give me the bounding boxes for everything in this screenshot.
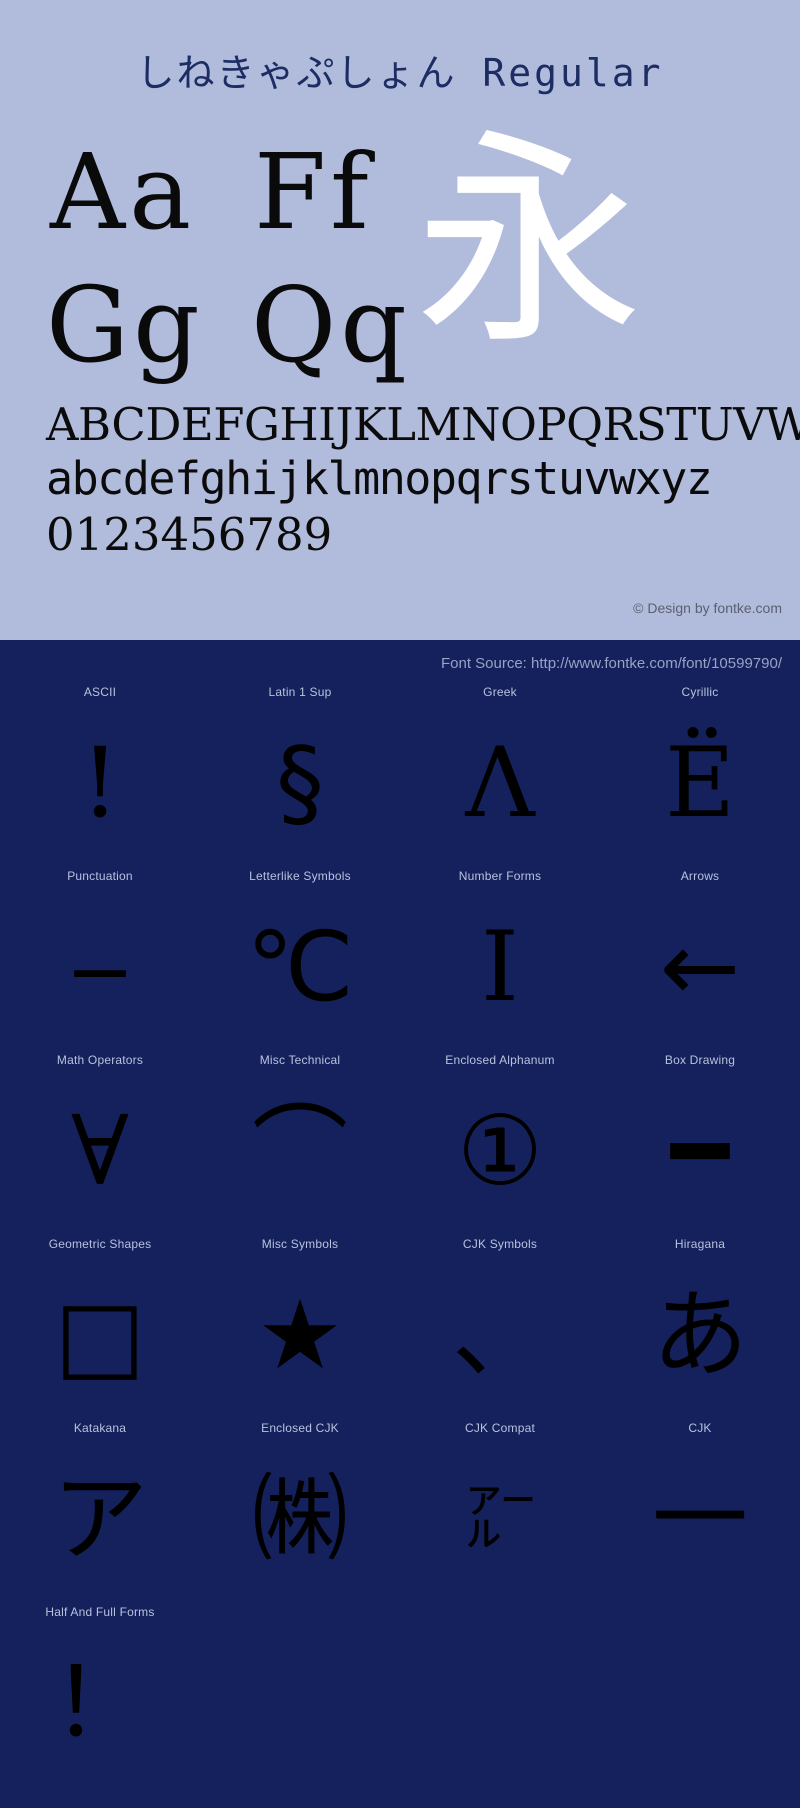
coverage-cell[interactable]: Katakana ア <box>0 1421 200 1605</box>
coverage-cell-label: ASCII <box>83 685 117 699</box>
coverage-cell-glyph: ア <box>52 1463 148 1575</box>
coverage-cell[interactable]: Arrows ← <box>600 869 800 1053</box>
coverage-cell[interactable]: ASCII! <box>0 685 200 869</box>
coverage-cell-glyph: ！ <box>52 1647 148 1759</box>
coverage-cell-label: Geometric Shapes <box>48 1237 152 1251</box>
coverage-cell-label: Enclosed Alphanum <box>445 1053 555 1067</box>
coverage-cell[interactable]: Enclosed Alphanum ① <box>400 1053 600 1237</box>
coverage-cell-label: Katakana <box>73 1421 127 1435</box>
font-source-link[interactable]: Font Source: http://www.fontke.com/font/… <box>441 655 782 672</box>
coverage-cell[interactable]: Hiragana あ <box>600 1237 800 1421</box>
cjk-showcase-glyph: 永 <box>415 109 643 375</box>
coverage-grid: ASCII! Latin 1 Sup § Greek Λ Cyrillic Ё Punctua… <box>0 685 800 1789</box>
coverage-cell-glyph: ㈱ <box>252 1463 348 1575</box>
coverage-cell-label: Half And Full Forms <box>45 1605 155 1619</box>
coverage-cell-glyph: Ё <box>664 727 736 839</box>
coverage-cell[interactable]: Greek Λ <box>400 685 600 869</box>
coverage-cell[interactable]: Number Forms Ⅰ <box>400 869 600 1053</box>
coverage-cell-glyph: ! <box>80 727 120 839</box>
coverage-row: Math Operators ∀ Misc Technical ⌒ Enclosed A… <box>0 1053 800 1237</box>
coverage-cell[interactable]: Half And Full Forms ！ <box>0 1605 200 1789</box>
unicode-coverage-panel: Font Source: http://www.fontke.com/font/… <box>0 640 800 1808</box>
coverage-cell-label: Latin 1 Sup <box>268 685 332 699</box>
coverage-row: Punctuation ‒ Letterlike Symbols ℃ Number Fo… <box>0 869 800 1053</box>
coverage-cell-label: CJK Compat <box>464 1421 536 1435</box>
font-style-label: Regular <box>482 51 664 95</box>
letter-pair-aa: Aa <box>50 131 196 253</box>
coverage-cell-glyph: ∀ <box>71 1095 129 1207</box>
coverage-cell-glyph: ℃ <box>246 911 354 1023</box>
font-title-japanese: しねきゃぷしょん <box>136 51 457 95</box>
coverage-cell[interactable]: Box Drawing ━ <box>600 1053 800 1237</box>
coverage-cell[interactable]: Punctuation ‒ <box>0 869 200 1053</box>
uppercase-alphabet: ABCDEFGHIJKLMNOPQRSTUVWXYZ <box>46 398 800 451</box>
letter-pair-ff: Ff <box>254 131 373 253</box>
coverage-cell-label: CJK Symbols <box>462 1237 538 1251</box>
coverage-cell-glyph: § <box>276 727 324 839</box>
coverage-cell-label: Arrows <box>680 869 720 883</box>
coverage-row: ASCII! Latin 1 Sup § Greek Λ Cyrillic Ё <box>0 685 800 869</box>
coverage-cell-label: Number Forms <box>458 869 542 883</box>
coverage-cell-glyph: Ⅰ <box>481 911 519 1023</box>
coverage-cell-empty <box>600 1605 800 1789</box>
letter-pair-grid: Aa Ff Gg Qq <box>46 140 426 390</box>
coverage-cell[interactable]: Geometric Shapes □ <box>0 1237 200 1421</box>
font-specimen-panel: しねきゃぷしょん Regular Aa Ff Gg Qq 永 ABCDEFGHI… <box>0 0 800 640</box>
font-title-style: Regular <box>456 51 663 95</box>
coverage-cell-label: Misc Symbols <box>261 1237 339 1251</box>
copyright-credit: © Design by fontke.com <box>633 600 782 616</box>
letter-pair-qq: Qq <box>251 264 411 386</box>
coverage-cell-label: Punctuation <box>67 869 133 883</box>
digits-row: 0123456789 <box>46 508 333 561</box>
coverage-cell-label: CJK <box>688 1421 712 1435</box>
coverage-cell-label: Box Drawing <box>664 1053 736 1067</box>
coverage-cell[interactable]: Misc Symbols ★ <box>200 1237 400 1421</box>
coverage-cell-label: Misc Technical <box>259 1053 341 1067</box>
coverage-cell[interactable]: Enclosed CJK ㈱ <box>200 1421 400 1605</box>
coverage-cell-label: Cyrillic <box>681 685 719 699</box>
coverage-cell-empty <box>200 1605 400 1789</box>
coverage-cell-label: Hiragana <box>674 1237 726 1251</box>
coverage-cell-glyph: ⌒ <box>252 1095 348 1207</box>
coverage-cell-glyph: ← <box>659 911 741 1023</box>
coverage-cell-glyph: ① <box>456 1095 544 1207</box>
coverage-cell[interactable]: Math Operators ∀ <box>0 1053 200 1237</box>
coverage-cell-glyph: ★ <box>256 1279 344 1391</box>
coverage-cell-label: Letterlike Symbols <box>249 869 351 883</box>
coverage-cell-glyph: Λ <box>465 727 535 839</box>
coverage-cell-glyph: 一 <box>652 1463 748 1575</box>
coverage-cell-glyph: □ <box>54 1279 146 1391</box>
font-title: しねきゃぷしょん Regular <box>0 42 800 97</box>
coverage-cell-glyph: 、 <box>452 1279 548 1391</box>
coverage-cell[interactable]: Letterlike Symbols ℃ <box>200 869 400 1053</box>
coverage-cell[interactable]: Cyrillic Ё <box>600 685 800 869</box>
coverage-row: Geometric Shapes □ Misc Symbols ★ CJK Symbol… <box>0 1237 800 1421</box>
letter-pair-gg: Gg <box>46 264 204 386</box>
coverage-cell-glyph: あ <box>652 1279 748 1391</box>
coverage-cell-label: Greek <box>483 685 517 699</box>
coverage-row: Katakana ア Enclosed CJK ㈱ CJK Compat ㌃ CJK 一 <box>0 1421 800 1605</box>
lowercase-alphabet: abcdefghijklmnopqrstuvwxyz <box>46 452 713 505</box>
coverage-cell[interactable]: CJK Compat ㌃ <box>400 1421 600 1605</box>
coverage-cell-label: Enclosed CJK <box>261 1421 339 1435</box>
coverage-cell-glyph: ㌃ <box>465 1478 535 1560</box>
coverage-row: Half And Full Forms ！ <box>0 1605 800 1789</box>
coverage-cell-label: Math Operators <box>56 1053 144 1067</box>
coverage-cell[interactable]: CJK 一 <box>600 1421 800 1605</box>
coverage-cell[interactable]: Latin 1 Sup § <box>200 685 400 869</box>
coverage-cell[interactable]: CJK Symbols 、 <box>400 1237 600 1421</box>
coverage-cell-glyph: ━ <box>671 1095 729 1207</box>
coverage-cell-empty <box>400 1605 600 1789</box>
coverage-cell[interactable]: Misc Technical ⌒ <box>200 1053 400 1237</box>
coverage-cell-glyph: ‒ <box>69 911 131 1023</box>
